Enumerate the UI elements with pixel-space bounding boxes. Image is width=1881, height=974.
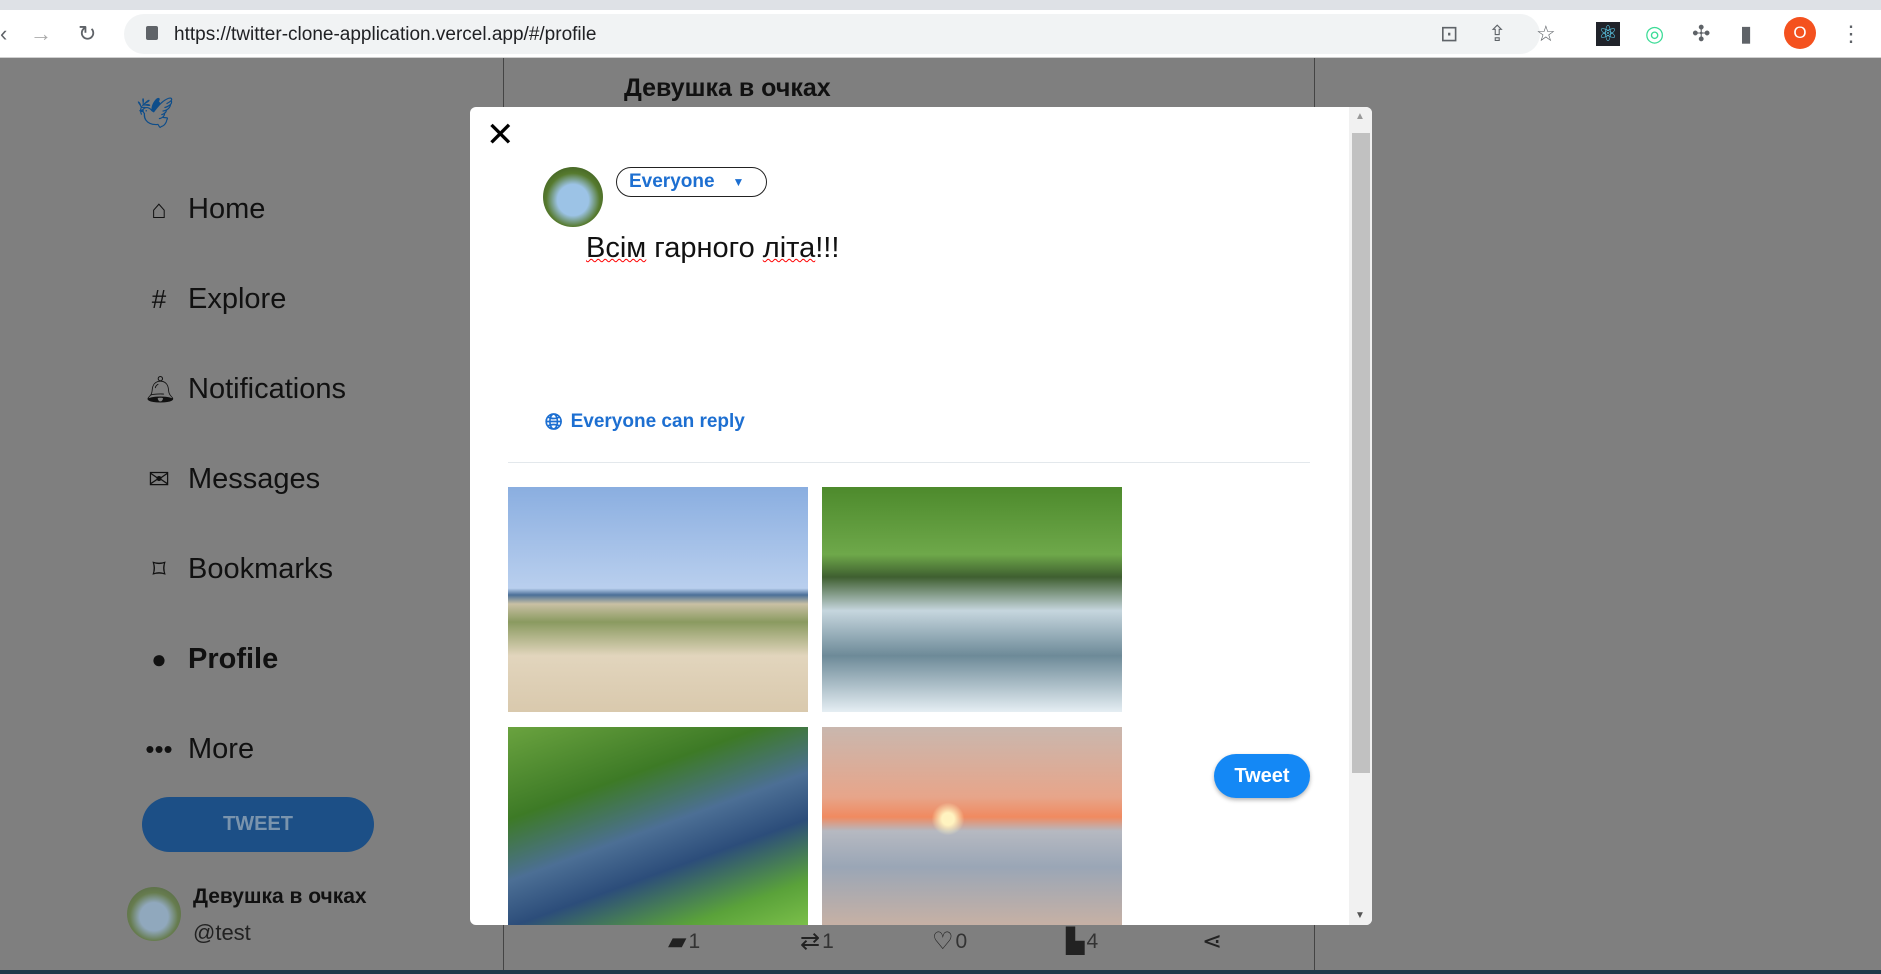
tweet-text-input[interactable]: Всім гарного літа!!! [586, 232, 839, 265]
comment-action[interactable]: ▰ 1 [668, 927, 700, 956]
bookmark-icon: ⌑ [152, 554, 166, 584]
attached-image-green-river[interactable] [508, 727, 808, 925]
sidebar-item-explore[interactable]: # Explore [144, 283, 287, 316]
sidepanel-icon[interactable]: ▮ [1740, 22, 1752, 46]
share-icon: ⋖ [1202, 928, 1223, 955]
more-icon: ••• [145, 734, 173, 764]
lock-icon [146, 26, 158, 40]
share-icon[interactable]: ⇪ [1488, 22, 1506, 46]
caret-down-icon: ▼ [732, 175, 745, 189]
back-icon[interactable]: ‹ [0, 22, 7, 46]
tab-strip [0, 0, 1881, 10]
reload-icon[interactable]: ↻ [78, 22, 96, 46]
user-name: Девушка в очках [193, 885, 367, 908]
sidebar-tweet-button[interactable]: TWEET [142, 797, 374, 852]
twitter-logo-icon[interactable]: 🕊 [136, 96, 174, 131]
home-icon: ⌂ [151, 194, 167, 224]
heart-icon: ♡ [932, 928, 954, 955]
scroll-up-icon[interactable]: ▲ [1355, 111, 1365, 122]
taskbar [0, 970, 1881, 974]
user-handle: @test [193, 920, 251, 945]
sidebar-item-profile[interactable]: ● Profile [144, 643, 278, 676]
tweet-submit-button[interactable]: Tweet [1214, 754, 1310, 798]
attached-image-beach[interactable] [508, 487, 808, 712]
bar-chart-icon: ▙ [1066, 928, 1085, 955]
address-bar[interactable]: https://twitter-clone-application.vercel… [124, 14, 1556, 54]
star-icon[interactable]: ☆ [1536, 22, 1556, 46]
compose-tweet-modal: ✕ Everyone ▼ Всім гарного літа!!! 🌐︎ Every… [470, 107, 1372, 925]
sidebar-item-home[interactable]: ⌂ Home [144, 193, 265, 226]
profile-avatar[interactable]: O [1784, 17, 1816, 49]
audience-dropdown[interactable]: Everyone ▼ [616, 167, 767, 197]
views-action[interactable]: ▙ 4 [1066, 927, 1098, 956]
divider [508, 462, 1310, 463]
browser-toolbar: ‹ → ↻ https://twitter-clone-application.… [0, 10, 1881, 58]
sidebar-item-notifications[interactable]: 🔔︎ Notifications [144, 373, 346, 406]
react-devtools-icon[interactable]: ⚛ [1596, 22, 1620, 46]
attached-image-river-willow[interactable] [822, 487, 1122, 712]
globe-icon: 🌐︎ [545, 409, 563, 434]
attached-image-sunset[interactable] [822, 727, 1122, 925]
reply-setting-button[interactable]: 🌐︎ Everyone can reply [545, 409, 745, 435]
hash-icon: # [151, 284, 167, 314]
extension-icon[interactable]: ◎ [1645, 22, 1664, 46]
comment-icon: ▰ [668, 928, 687, 955]
share-action[interactable]: ⋖ [1202, 927, 1222, 956]
user-avatar[interactable] [127, 887, 181, 941]
profile-header-title: Девушка в очках [624, 74, 831, 102]
sidebar-item-more[interactable]: ••• More [144, 733, 254, 766]
menu-icon[interactable]: ⋮ [1840, 22, 1862, 46]
puzzle-icon[interactable]: ✣ [1692, 22, 1710, 46]
mail-icon: ✉ [148, 464, 170, 494]
sidebar-item-messages[interactable]: ✉ Messages [144, 463, 320, 496]
url-text: https://twitter-clone-application.vercel… [174, 24, 597, 45]
modal-scrollbar[interactable]: ▲ ▼ [1349, 107, 1372, 925]
like-action[interactable]: ♡ 0 [932, 927, 967, 956]
forward-icon[interactable]: → [30, 22, 52, 46]
translate-icon[interactable]: ⊡ [1440, 22, 1458, 46]
composer-avatar [543, 167, 603, 227]
close-icon[interactable]: ✕ [486, 115, 515, 155]
retweet-icon: ⇄ [800, 928, 821, 955]
bell-icon: 🔔︎ [144, 374, 178, 404]
person-icon: ● [151, 644, 167, 674]
scrollbar-thumb[interactable] [1352, 133, 1370, 773]
retweet-action[interactable]: ⇄ 1 [800, 927, 834, 956]
sidebar-item-bookmarks[interactable]: ⌑ Bookmarks [144, 553, 333, 586]
scroll-down-icon[interactable]: ▼ [1355, 910, 1365, 921]
